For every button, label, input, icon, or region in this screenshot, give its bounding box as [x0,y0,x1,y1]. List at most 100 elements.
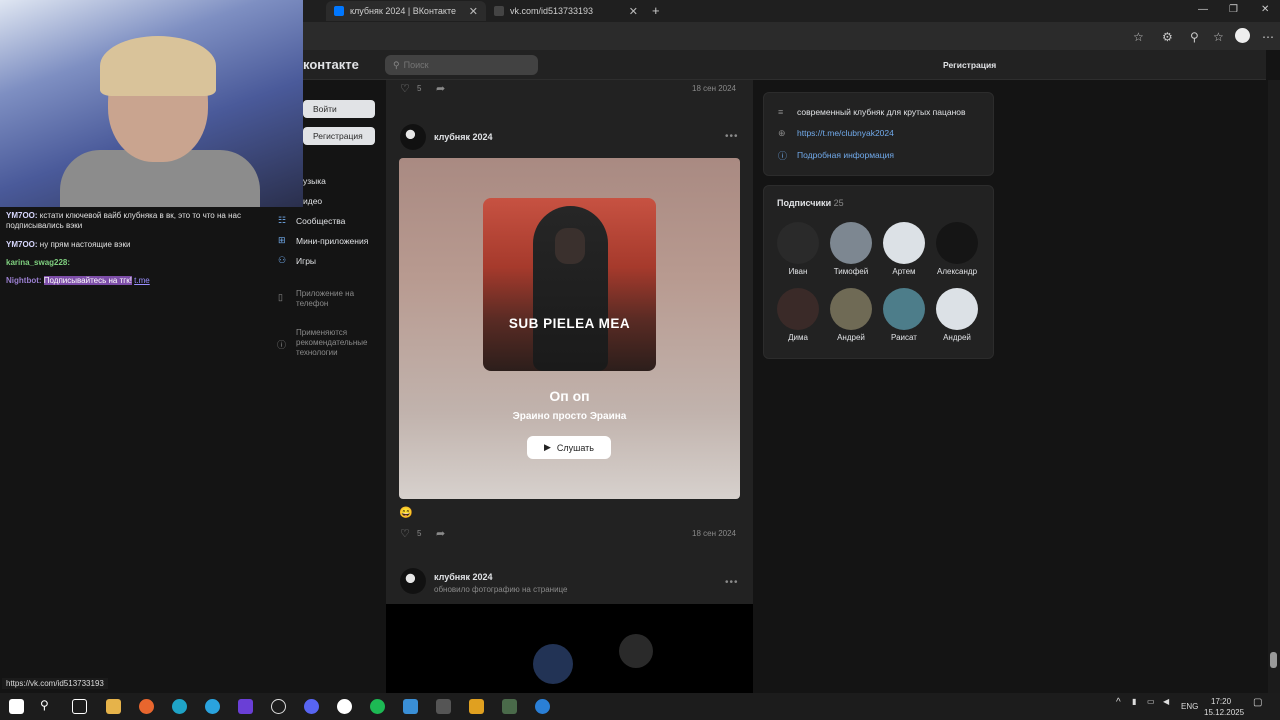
search-input[interactable] [403,60,524,70]
scrollbar[interactable] [1268,80,1280,693]
subscriber-name: Дима [788,333,808,342]
profile-avatar[interactable] [1235,28,1250,43]
chat-message: YM7OO: кстати ключевой вайб клубняка в в… [6,211,241,230]
subscriber[interactable]: Александр [931,222,983,276]
share-icon[interactable]: ➦ [436,527,445,540]
header-register-link[interactable]: Регистрация [943,60,996,70]
group-link[interactable]: https://t.me/clubnyak2024 [797,128,894,138]
subscriber-name: Тимофей [833,267,869,276]
app-icon[interactable] [403,699,418,714]
extensions-icon[interactable]: ⚙ [1162,30,1173,44]
obs-icon[interactable] [271,699,286,714]
tab-label: клубняк 2024 | ВКонтакте [350,6,457,16]
window-close-icon[interactable]: ✕ [1261,4,1269,15]
new-tab-icon[interactable]: + [652,3,660,18]
globe-icon: ⊕ [778,128,786,138]
group-description: современный клубняк для крутых пацанов [797,107,966,117]
close-icon[interactable]: ✕ [629,5,638,18]
mic-icon[interactable]: ▮ [1132,697,1136,706]
clock-date[interactable]: 15.12.2025 [1204,708,1244,717]
search-icon[interactable]: ⚲ [40,698,49,712]
task-view-icon[interactable] [72,699,87,714]
app-icon[interactable] [238,699,253,714]
discord-icon[interactable] [304,699,319,714]
like-count: 5 [417,529,422,538]
more-icon[interactable]: ⋯ [1262,30,1274,44]
tab-vk-club[interactable]: клубняк 2024 | ВКонтакте ✕ [326,1,486,21]
subscriber[interactable]: Тимофей [825,222,877,276]
album-cover [483,198,656,371]
volume-icon[interactable]: ◀ [1163,697,1169,706]
info-icon: ⓘ [778,151,788,161]
listen-label: Слушать [556,442,594,453]
post-author[interactable]: клубняк 2024 [434,572,493,582]
tray-expand-icon[interactable]: ^ [1116,697,1121,708]
browser-icon[interactable] [535,699,550,714]
subscriber-name: Андрей [837,333,865,342]
menu-item-games[interactable]: Игры [296,256,316,266]
post-menu-icon[interactable]: ••• [725,577,739,588]
subscriber-name: Александр [936,267,978,276]
app-icon[interactable] [502,699,517,714]
author-avatar[interactable] [400,124,426,150]
subscribers-title[interactable]: Подписчики 25 [777,198,844,208]
file-explorer-icon[interactable] [106,699,121,714]
post-author[interactable]: клубняк 2024 [434,132,493,142]
scrollbar-thumb[interactable] [1270,652,1277,668]
firefox-icon[interactable] [139,699,154,714]
author-avatar[interactable] [400,568,426,594]
like-icon[interactable]: ♡ [400,527,410,540]
notifications-icon[interactable]: ▢ [1253,697,1262,708]
windows-start-icon[interactable] [9,699,24,714]
song-artist: Эраино просто Эраина [512,411,627,422]
communities-icon: ☷ [278,215,287,225]
share-icon[interactable]: ➦ [436,82,445,95]
tab-vk-id[interactable]: vk.com/id513733193 ✕ [486,1,646,21]
edge-icon[interactable] [172,699,187,714]
subscriber[interactable]: Раисат [878,288,930,342]
post-menu-icon[interactable]: ••• [725,131,739,142]
subscriber[interactable]: Артем [878,222,930,276]
telegram-icon[interactable] [205,699,220,714]
subscriber[interactable]: Андрей [931,288,983,342]
chat-link[interactable]: t.me [134,276,150,285]
menu-item-video[interactable]: идео [303,196,322,206]
like-count: 5 [417,84,422,93]
spotify-icon[interactable] [370,699,385,714]
subscriber[interactable]: Иван [772,222,824,276]
clock-time[interactable]: 17:20 [1211,697,1231,706]
mini-apps-icon: ⊞ [278,235,286,245]
subscriber[interactable]: Дима [772,288,824,342]
app-icon[interactable] [436,699,451,714]
close-icon[interactable]: ✕ [469,5,478,18]
post-photo[interactable] [386,604,753,693]
more-info-link[interactable]: Подробная информация [797,150,894,160]
menu-item-miniapps[interactable]: Мини-приложения [296,236,368,246]
info-icon: ⓘ [277,340,287,350]
tool-icon[interactable]: ⚲ [1190,30,1199,44]
app-icon[interactable] [337,699,352,714]
collections-icon[interactable]: ☆ [1213,30,1224,44]
language-indicator[interactable]: ENG [1181,702,1198,711]
menu-tech-link[interactable]: Применяются рекомендательные технологии [296,328,380,358]
subscriber[interactable]: Андрей [825,288,877,342]
register-button[interactable]: Регистрация [303,127,375,145]
app-icon[interactable] [469,699,484,714]
search-box[interactable]: ⚲ [385,55,538,75]
vk-logo[interactable]: контакте [303,57,359,72]
menu-item-music[interactable]: узыка [303,176,326,186]
network-icon[interactable]: ▭ [1147,697,1155,706]
menu-app-link[interactable]: Приложение на телефон [296,289,366,309]
post-emoji: 😄 [399,507,413,519]
listen-button[interactable]: ▶ Слушать [527,436,611,459]
minimize-icon[interactable]: — [1198,4,1208,15]
like-icon[interactable]: ♡ [400,82,410,95]
favorite-star-icon[interactable]: ☆ [1133,30,1144,44]
menu-item-communities[interactable]: Сообщества [296,216,345,226]
subscriber-name: Иван [788,267,808,276]
maximize-icon[interactable]: ❐ [1229,4,1238,15]
webcam-overlay [0,0,303,207]
login-button[interactable]: Войти [303,100,375,118]
search-icon: ⚲ [393,59,400,70]
play-icon: ▶ [543,442,551,452]
